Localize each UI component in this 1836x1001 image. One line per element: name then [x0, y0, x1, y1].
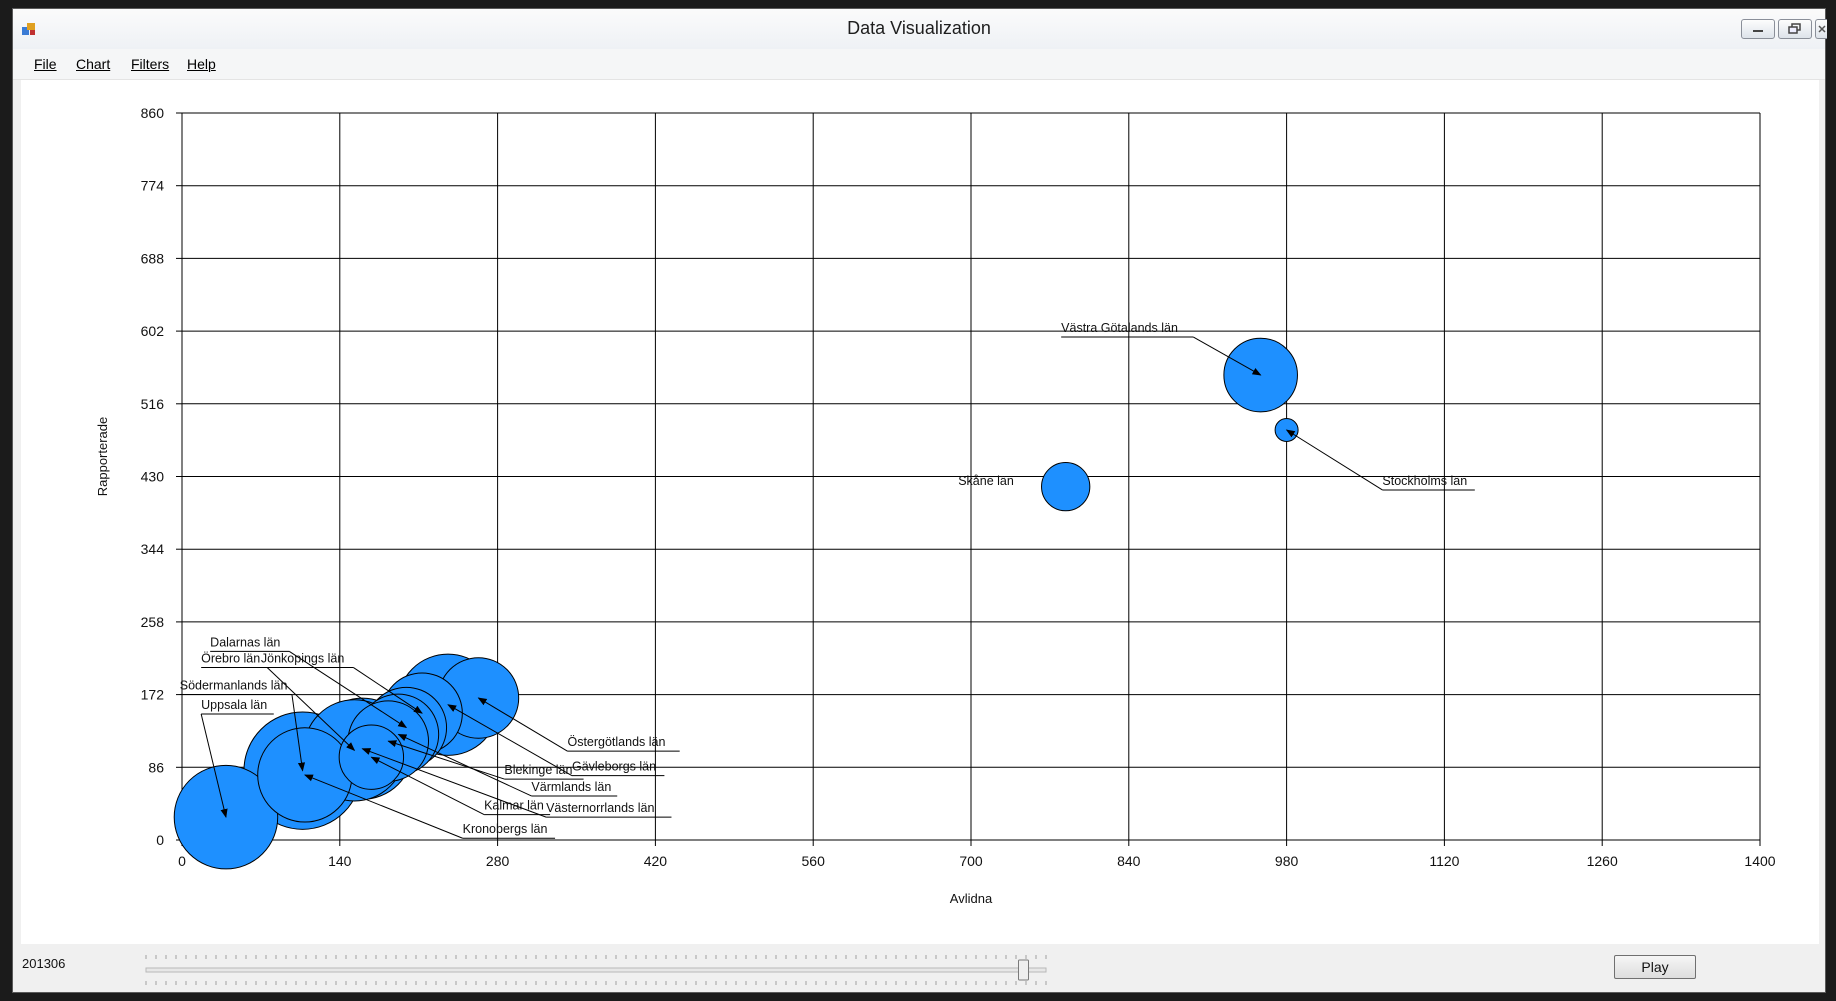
- menu-help[interactable]: Help: [187, 56, 216, 72]
- y-tick-label: 602: [141, 323, 165, 339]
- bubble-point: [257, 727, 353, 823]
- data-label: Västra Götalands län: [1061, 321, 1178, 335]
- data-label: Östergötlands län: [567, 735, 665, 749]
- restore-icon: [1788, 23, 1801, 34]
- x-tick-label: 1260: [1587, 853, 1618, 869]
- data-label: Gävleborgs län: [572, 760, 656, 774]
- data-label: Örebro län: [201, 651, 260, 665]
- y-tick-label: 258: [141, 614, 165, 630]
- y-tick-label: 860: [141, 105, 165, 121]
- y-tick-label: 0: [156, 832, 164, 848]
- data-label: Blekinge län: [504, 763, 572, 777]
- data-label: Dalarnas län: [210, 635, 280, 649]
- chart-area: 0 140 280 420 560 700 840 980 1120 1260 1400 0 86 172…: [21, 80, 1819, 944]
- slider-thumb[interactable]: [1018, 959, 1029, 981]
- y-tick-label: 688: [141, 250, 165, 266]
- x-tick-label: 560: [802, 853, 826, 869]
- x-tick-label: 980: [1275, 853, 1299, 869]
- x-tick-label: 140: [328, 853, 352, 869]
- slider-track: [145, 967, 1047, 973]
- data-label: Södermanlands län: [180, 679, 288, 693]
- data-label: Kronobergs län: [463, 822, 548, 836]
- period-label: 201306: [22, 956, 66, 971]
- menu-filters[interactable]: Filters: [131, 56, 169, 72]
- x-tick-label: 420: [644, 853, 668, 869]
- y-tick-label: 430: [141, 469, 165, 485]
- window-title: Data Visualization: [847, 18, 991, 38]
- leader-line: [1285, 429, 1383, 491]
- x-axis-label: Avlidna: [950, 891, 993, 906]
- x-tick-label: 1120: [1429, 853, 1459, 869]
- x-tick-label: 840: [1117, 853, 1141, 869]
- y-tick-label: 774: [141, 178, 165, 194]
- play-button[interactable]: Play: [1614, 955, 1696, 979]
- x-tick-label: 0: [178, 853, 186, 869]
- minimize-icon: [1753, 30, 1763, 32]
- app-window: Data Visualization File Chart Filters He…: [12, 8, 1827, 993]
- bubble-point: [1041, 461, 1091, 512]
- menu-bar: File Chart Filters Help: [13, 49, 1825, 80]
- time-slider[interactable]: [141, 952, 1051, 988]
- data-label: Värmlands län: [531, 780, 611, 794]
- x-tick-label: 1400: [1744, 853, 1775, 869]
- x-tick-label: 700: [959, 853, 983, 869]
- x-tick-label: 280: [486, 853, 510, 869]
- y-tick-label: 344: [141, 541, 165, 557]
- playback-bar: 201306 Play: [13, 944, 1825, 992]
- y-axis-label: Rapporterade: [95, 417, 110, 497]
- y-tick-label: 86: [148, 759, 164, 775]
- data-label: Stockholms län: [1382, 474, 1467, 488]
- close-button[interactable]: [1815, 19, 1827, 39]
- data-label: Skåne län: [958, 474, 1014, 488]
- menu-file[interactable]: File: [34, 56, 57, 72]
- data-label: Västernorrlands län: [546, 801, 654, 815]
- restore-button[interactable]: [1778, 19, 1812, 39]
- y-tick-label: 172: [141, 687, 165, 703]
- close-icon: [1817, 25, 1826, 33]
- minimize-button[interactable]: [1741, 19, 1775, 39]
- menu-chart[interactable]: Chart: [76, 56, 110, 72]
- title-bar: Data Visualization: [13, 9, 1827, 49]
- data-label: Jönkopings län: [261, 651, 344, 665]
- y-tick-label: 516: [141, 396, 165, 412]
- bubble-chart: 0 140 280 420 560 700 840 980 1120 1260 1400 0 86 172…: [95, 105, 1776, 906]
- data-label: Uppsala län: [201, 698, 267, 712]
